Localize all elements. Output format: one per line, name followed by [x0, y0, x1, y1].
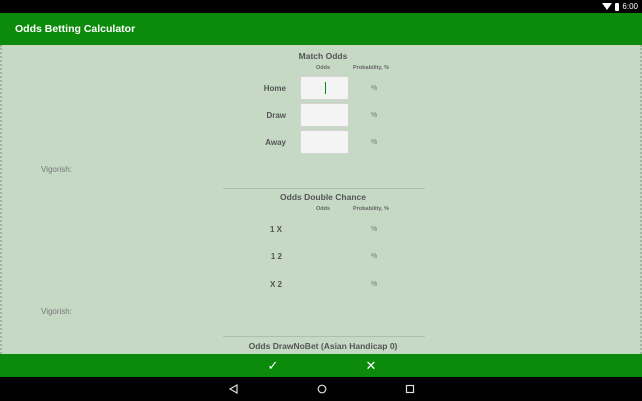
status-icons: 6:00: [602, 1, 638, 12]
draw-no-bet-title: Odds DrawNoBet (Asian Handicap 0): [248, 341, 398, 351]
double-chance-col-probability: Probability, %: [353, 206, 389, 212]
row-label-1x: 1 X: [269, 225, 282, 234]
away-odds-input[interactable]: [300, 130, 349, 154]
app-bar: Odds Betting Calculator: [0, 13, 642, 45]
match-odds-title: Match Odds: [298, 51, 348, 61]
row-label-home: Home: [263, 84, 286, 93]
home-icon: [317, 384, 327, 394]
row-label-x2: X 2: [269, 280, 282, 289]
status-bar: 6:00: [0, 0, 642, 13]
back-icon: [229, 384, 238, 394]
navigation-bar: [0, 377, 642, 401]
check-icon: ✓: [267, 357, 279, 373]
match-odds-col-odds: Odds: [316, 65, 331, 71]
row-label-12: 1 2: [270, 252, 282, 261]
home-odds-input[interactable]: [300, 76, 349, 100]
match-odds-col-probability: Probability, %: [353, 65, 389, 71]
double-chance-col-odds: Odds: [316, 206, 331, 212]
calculator-content[interactable]: Match Odds Odds Probability, % Home % Dr…: [0, 45, 642, 354]
battery-icon: [615, 2, 620, 11]
recents-icon: [405, 384, 415, 394]
text-cursor: [325, 82, 326, 94]
confirm-button[interactable]: ✓: [243, 354, 303, 377]
section-divider: [223, 336, 425, 337]
double-chance-title: Odds Double Chance: [280, 192, 366, 202]
1x-probability: %: [371, 226, 378, 233]
draw-probability: %: [371, 112, 378, 119]
app-title: Odds Betting Calculator: [15, 23, 136, 35]
recents-button[interactable]: [402, 381, 418, 397]
match-odds-vigorish: Vigorish:: [41, 165, 72, 174]
bottom-action-bar: ✓ ✕: [0, 354, 642, 377]
back-button[interactable]: [226, 381, 242, 397]
close-icon: ✕: [365, 357, 377, 373]
home-button[interactable]: [314, 381, 330, 397]
cancel-button[interactable]: ✕: [341, 354, 401, 377]
row-label-draw: Draw: [266, 111, 286, 120]
draw-odds-input[interactable]: [300, 103, 349, 127]
x2-probability: %: [371, 281, 378, 288]
section-divider: [223, 188, 425, 189]
away-probability: %: [371, 139, 378, 146]
wifi-icon: [602, 3, 613, 10]
12-probability: %: [371, 253, 378, 260]
home-probability: %: [371, 85, 378, 92]
double-chance-vigorish: Vigorish:: [41, 307, 72, 316]
status-time: 6:00: [622, 2, 638, 11]
row-label-away: Away: [265, 138, 286, 147]
